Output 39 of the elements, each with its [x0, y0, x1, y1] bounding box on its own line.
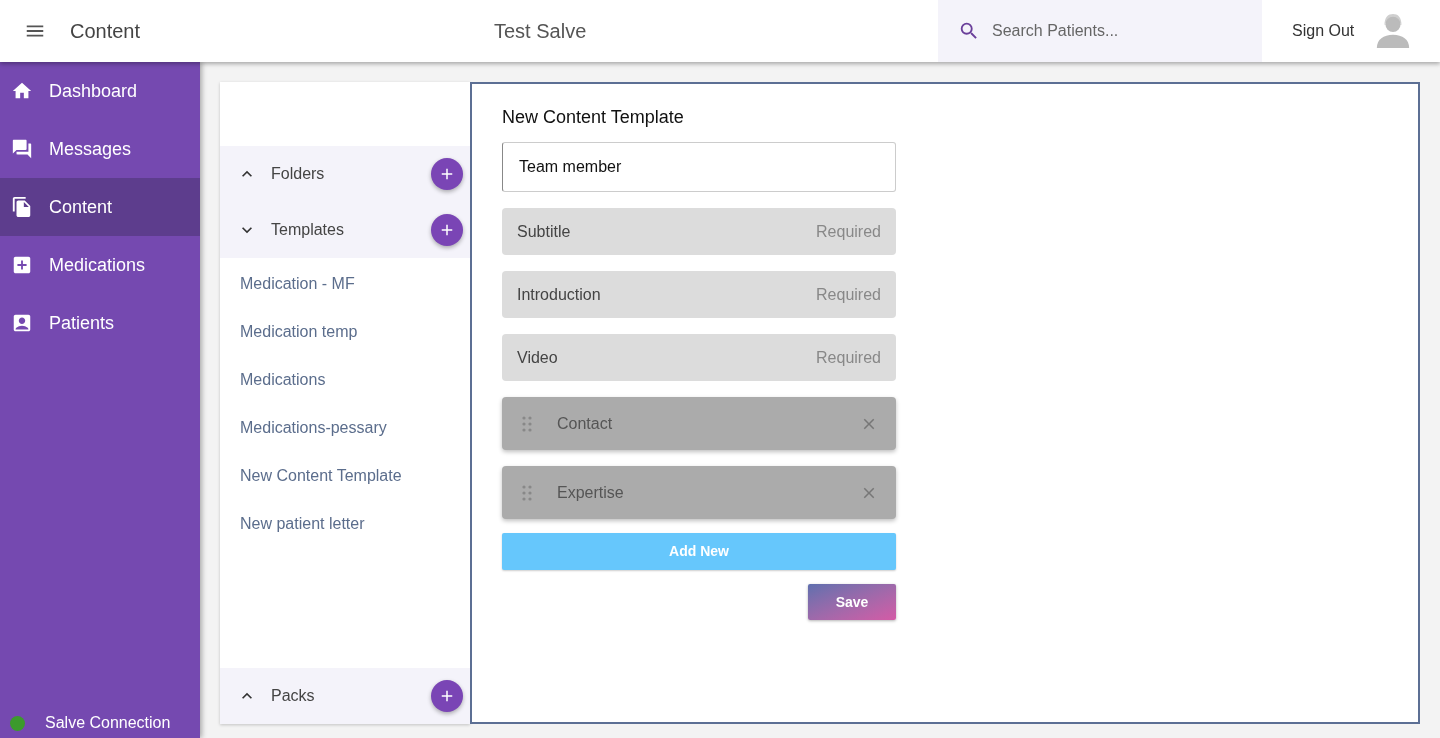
search-icon	[958, 20, 980, 42]
template-name-field[interactable]: Team member	[502, 142, 896, 192]
field-label: Introduction	[517, 284, 601, 305]
contact-card-icon	[11, 312, 33, 334]
required-label: Required	[816, 221, 881, 242]
custom-field-row[interactable]: Contact	[502, 397, 896, 450]
sign-out-link[interactable]: Sign Out	[1292, 19, 1355, 43]
add-button[interactable]	[431, 158, 463, 190]
medical-cross-icon	[11, 254, 33, 276]
template-item[interactable]: New patient letter	[220, 500, 470, 548]
template-item[interactable]: Medications	[220, 356, 470, 404]
drag-handle-icon	[522, 484, 532, 501]
nav-item[interactable]: Patients	[0, 294, 200, 352]
field-label: Contact	[557, 413, 614, 434]
connection-label: Salve Connection	[45, 713, 171, 733]
template-item[interactable]: Medication - MF	[220, 260, 470, 308]
required-label: Required	[816, 284, 881, 305]
custom-field-row[interactable]: Expertise	[502, 466, 896, 519]
chat-icon	[11, 138, 33, 160]
nav-item[interactable]: Content	[0, 178, 200, 236]
save-button[interactable]: Save	[808, 584, 896, 620]
nav-item[interactable]: Messages	[0, 120, 200, 178]
nav-item[interactable]: Dashboard	[0, 62, 200, 120]
field-label: Expertise	[557, 482, 625, 503]
field-label: Subtitle	[517, 221, 571, 242]
add-button[interactable]	[431, 214, 463, 246]
template-item[interactable]: Medication temp	[220, 308, 470, 356]
page-title: Content	[70, 19, 142, 44]
search-field[interactable]: Search Patients...	[938, 0, 1262, 62]
template-item[interactable]: Medications-pessary	[220, 404, 470, 452]
add-button[interactable]	[431, 680, 463, 712]
app-name: Test Salve	[494, 19, 588, 44]
nav-item[interactable]: Medications	[0, 236, 200, 294]
required-label: Required	[816, 347, 881, 368]
template-item[interactable]: New Content Template	[220, 452, 470, 500]
field-label: Video	[517, 347, 558, 368]
drag-handle-icon	[522, 415, 532, 432]
document-copy-icon	[11, 196, 33, 218]
editor-title: New Content Template	[502, 106, 685, 129]
